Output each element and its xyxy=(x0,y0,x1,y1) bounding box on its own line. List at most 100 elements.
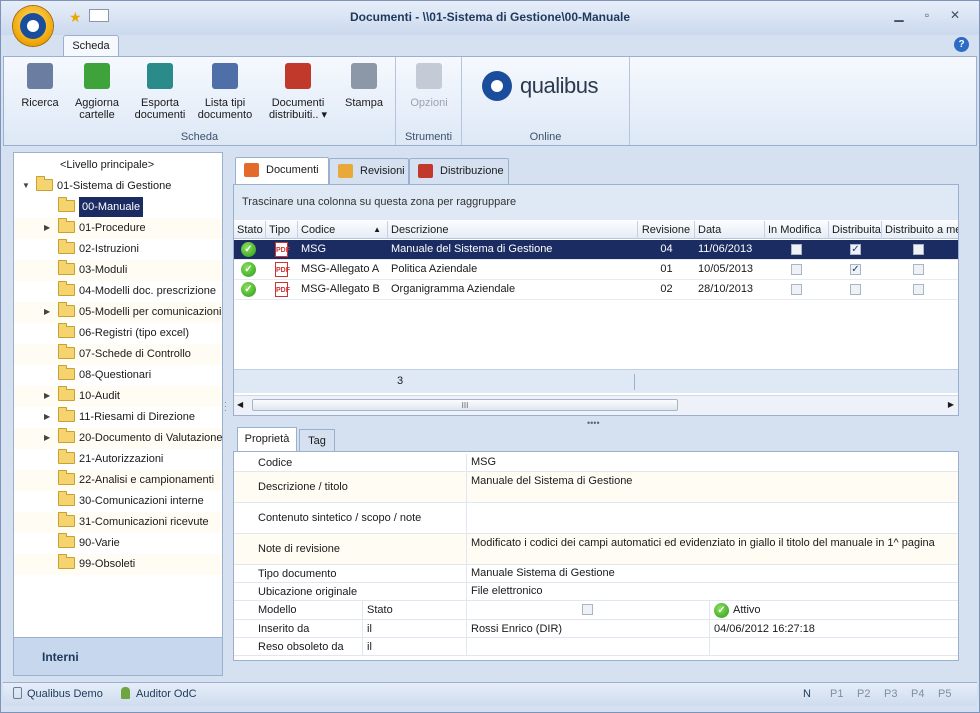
tree-item[interactable]: 07-Schede di Controllo xyxy=(58,344,191,364)
tab-tag[interactable]: Tag xyxy=(299,429,335,451)
expand-icon[interactable]: ▶ xyxy=(44,428,54,448)
interni-section[interactable]: Interni xyxy=(14,637,222,675)
prop-note-value[interactable]: Modificato i codici dei campi automatici… xyxy=(466,534,958,564)
cell-distribuito-me-checkbox[interactable] xyxy=(913,244,924,255)
prop-obsoleto-date[interactable] xyxy=(709,638,958,655)
ricerca-button[interactable]: Ricerca xyxy=(16,63,64,109)
tree-parent[interactable]: ▼ 01-Sistema di Gestione xyxy=(22,176,171,196)
modello-checkbox[interactable] xyxy=(582,604,593,615)
scroll-left-icon[interactable]: ◀ xyxy=(237,400,243,409)
maximize-button[interactable]: ▫ xyxy=(916,6,938,24)
tree-item[interactable]: ▶ 20-Documento di Valutazione xyxy=(44,428,223,448)
tree-item[interactable]: ▶ 10-Audit xyxy=(44,386,120,406)
table-row[interactable]: ✓ PDF MSG Manuale del Sistema di Gestione 04… xyxy=(234,240,958,260)
cell-in-modifica-checkbox[interactable] xyxy=(791,244,802,255)
documenti-distribuiti-button[interactable]: Documenti distribuiti.. ▾ xyxy=(262,63,334,121)
tab-distribuzione[interactable]: Distribuzione xyxy=(409,158,509,184)
col-distribuita[interactable]: Distribuita xyxy=(829,221,882,239)
tab-revisioni[interactable]: Revisioni xyxy=(329,158,409,184)
prop-codice: Codice MSG xyxy=(234,454,958,472)
tree-root[interactable]: <Livello principale> xyxy=(60,155,154,175)
prop-contenuto-value[interactable] xyxy=(466,503,958,533)
tree-item[interactable]: 04-Modelli doc. prescrizione xyxy=(58,281,216,301)
prop-obsoleto-value[interactable] xyxy=(466,638,709,655)
tree-item[interactable]: 30-Comunicazioni interne xyxy=(58,491,204,511)
lista-tipi-button[interactable]: Lista tipi documento xyxy=(194,63,256,121)
prop-inserito-il: il xyxy=(362,620,466,637)
tree-item[interactable]: 90-Varie xyxy=(58,533,120,553)
horizontal-scrollbar[interactable]: ◀ III ▶ xyxy=(234,395,958,415)
tree-item[interactable]: ▶ 05-Modelli per comunicazioni xyxy=(44,302,221,322)
expand-icon[interactable]: ▶ xyxy=(44,218,54,238)
table-row[interactable]: ✓ PDF MSG-Allegato A Politica Aziendale 01 10… xyxy=(234,260,958,280)
group-by-zone[interactable]: Trascinare una colonna su questa zona pe… xyxy=(234,185,958,220)
tree-item[interactable]: 31-Comunicazioni ricevute xyxy=(58,512,209,532)
cell-distribuita-checkbox[interactable]: ✓ xyxy=(850,264,861,275)
expand-icon[interactable]: ▶ xyxy=(44,386,54,406)
col-stato[interactable]: Stato xyxy=(234,221,266,239)
prop-ubicazione-label: Ubicazione originale xyxy=(258,585,358,598)
opzioni-button[interactable]: Opzioni xyxy=(404,63,454,109)
col-distribuito-a-me[interactable]: Distribuito a me xyxy=(882,221,958,239)
col-tipo[interactable]: Tipo xyxy=(266,221,298,239)
minimize-button[interactable]: ▁ xyxy=(888,6,910,24)
vertical-splitter[interactable]: · · · xyxy=(224,399,227,415)
collapse-icon[interactable]: ▼ xyxy=(22,176,32,196)
tree-item[interactable]: 99-Obsoleti xyxy=(58,554,135,574)
cell-distribuita-checkbox[interactable]: ✓ xyxy=(850,244,861,255)
tree-item[interactable]: 06-Registri (tipo excel) xyxy=(58,323,189,343)
prop-ubicazione-value[interactable]: File elettronico xyxy=(466,583,958,600)
tree-item[interactable]: 00-Manuale xyxy=(58,197,144,217)
col-descrizione[interactable]: Descrizione xyxy=(388,221,638,239)
col-codice[interactable]: Codice ▲ xyxy=(298,221,388,239)
documents-grid: Trascinare una colonna su questa zona pe… xyxy=(233,184,959,416)
search-icon xyxy=(27,63,53,89)
aggiorna-button[interactable]: Aggiorna cartelle xyxy=(68,63,126,121)
cell-in-modifica-checkbox[interactable] xyxy=(791,264,802,275)
scroll-right-icon[interactable]: ▶ xyxy=(948,400,954,409)
aggiorna-label-1: Aggiorna xyxy=(74,97,120,109)
col-data[interactable]: Data xyxy=(695,221,765,239)
folder-icon xyxy=(58,281,75,296)
title-bar: ★ Documenti - \\01-Sistema di Gestione\0… xyxy=(1,1,979,35)
tree-item[interactable]: ▶ 11-Riesami di Direzione xyxy=(44,407,195,427)
app-menu-button[interactable] xyxy=(13,6,53,46)
ribbon: Ricerca Aggiorna cartelle Esporta docume… xyxy=(3,56,977,146)
prop-modello-label: Modello xyxy=(258,604,297,616)
qualibus-logo[interactable]: qualibus xyxy=(482,71,598,101)
prop-inserito: Inserito da il Rossi Enrico (DIR) 04/06/… xyxy=(234,620,958,638)
ricerca-label: Ricerca xyxy=(21,97,59,109)
prop-stato-label: Stato xyxy=(362,601,466,619)
stampa-button[interactable]: Stampa xyxy=(340,63,388,109)
tab-proprieta[interactable]: Proprietà xyxy=(237,427,297,452)
tree-item[interactable]: ▶ 01-Procedure xyxy=(44,218,146,238)
close-button[interactable]: ✕ xyxy=(944,6,966,24)
prop-codice-value[interactable]: MSG xyxy=(466,454,958,471)
col-in-modifica[interactable]: In Modifica xyxy=(765,221,829,239)
col-revisione[interactable]: Revisione xyxy=(638,221,695,239)
cell-distribuito-me-checkbox[interactable] xyxy=(913,284,924,295)
cell-distribuito-me-checkbox[interactable] xyxy=(913,264,924,275)
table-row[interactable]: ✓ PDF MSG-Allegato B Organigramma Aziendale… xyxy=(234,280,958,300)
prop-descrizione-value[interactable]: Manuale del Sistema di Gestione xyxy=(466,472,958,502)
scroll-thumb[interactable]: III xyxy=(252,399,678,411)
prop-tipo-value[interactable]: Manuale Sistema di Gestione xyxy=(466,565,958,582)
tab-documenti[interactable]: Documenti xyxy=(235,157,329,184)
tab-scheda[interactable]: Scheda xyxy=(63,35,119,57)
tree-item-label: 03-Moduli xyxy=(79,264,128,276)
tree-item[interactable]: 02-Istruzioni xyxy=(58,239,139,259)
tree-item[interactable]: 21-Autorizzazioni xyxy=(58,449,163,469)
status-key: P5 xyxy=(938,688,952,700)
cell-distribuita-checkbox[interactable] xyxy=(850,284,861,295)
cell-in-modifica-checkbox[interactable] xyxy=(791,284,802,295)
revisions-icon xyxy=(338,164,353,178)
tree-item[interactable]: 08-Questionari xyxy=(58,365,151,385)
tree-item[interactable]: 03-Moduli xyxy=(58,260,127,280)
expand-icon[interactable]: ▶ xyxy=(44,302,54,322)
ok-status-icon: ✓ xyxy=(241,242,256,257)
help-icon[interactable]: ? xyxy=(954,37,969,52)
prop-stato-value: ✓ Attivo xyxy=(709,601,958,619)
expand-icon[interactable]: ▶ xyxy=(44,407,54,427)
tree-item[interactable]: 22-Analisi e campionamenti xyxy=(58,470,214,490)
esporta-button[interactable]: Esporta documenti xyxy=(130,63,190,121)
